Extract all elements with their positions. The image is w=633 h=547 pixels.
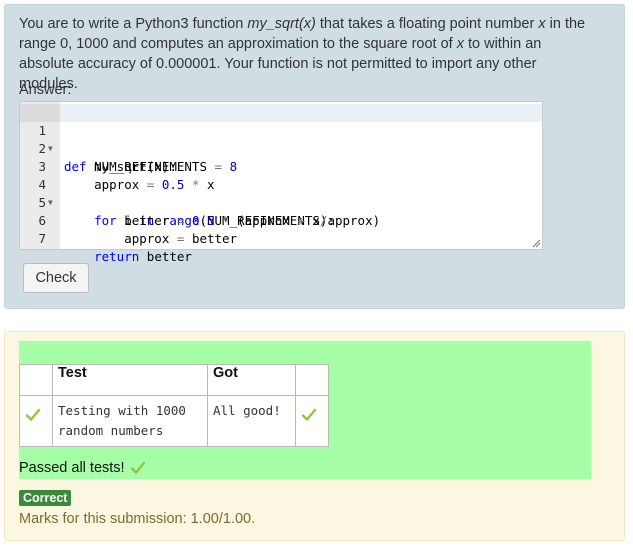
marks-text: Marks for this submission: 1.00/1.00.: [19, 511, 256, 527]
correct-badge: Correct: [19, 490, 72, 506]
check-mark-icon: [302, 408, 316, 421]
code-editor[interactable]: 1 ▼ def my_sqrt(x): 2 NUM_REFINEMENTS = …: [19, 101, 543, 264]
function-name: my_sqrt(x): [247, 16, 316, 32]
check-button[interactable]: Check: [23, 263, 89, 293]
feedback-panel: Test Got Testing with 1000 random number…: [4, 331, 625, 541]
results-table: Test Got Testing with 1000 random number…: [19, 364, 329, 447]
code-line[interactable]: 3 approx = 0.5 * x: [20, 140, 542, 192]
line-number: 7: [38, 231, 46, 246]
question-text: You are to write a Python3 function my_s…: [19, 16, 586, 92]
table-header-row: Test Got: [19, 364, 329, 396]
passed-message: Passed all tests!: [19, 460, 145, 476]
header-blank: [295, 364, 329, 396]
code-line[interactable]: 2 NUM_REFINEMENTS = 8: [20, 122, 542, 174]
table-row: Testing with 1000 random numbers All goo…: [19, 395, 329, 447]
code-line[interactable]: 6 approx = better: [20, 194, 542, 246]
header-blank: [19, 364, 53, 396]
answer-label: Answer:: [19, 82, 72, 98]
check-mark-icon: [130, 461, 145, 474]
resize-grip-icon[interactable]: [532, 239, 541, 248]
header-test: Test: [52, 364, 208, 396]
code-line[interactable]: 5 better = 0.5 * (approx + x/approx): [20, 176, 542, 228]
test-got: All good!: [213, 403, 281, 418]
code-line[interactable]: 7 return better: [20, 212, 542, 264]
check-mark-icon: [26, 408, 40, 421]
code-line[interactable]: 1 ▼ def my_sqrt(x):: [20, 104, 542, 174]
header-got: Got: [207, 364, 296, 396]
question-panel: You are to write a Python3 function my_s…: [4, 4, 625, 309]
test-name: Testing with 1000 random numbers: [58, 403, 186, 438]
code-line[interactable]: 4 ▼ for i in range(NUM_REFINEMENTS):: [20, 158, 542, 228]
